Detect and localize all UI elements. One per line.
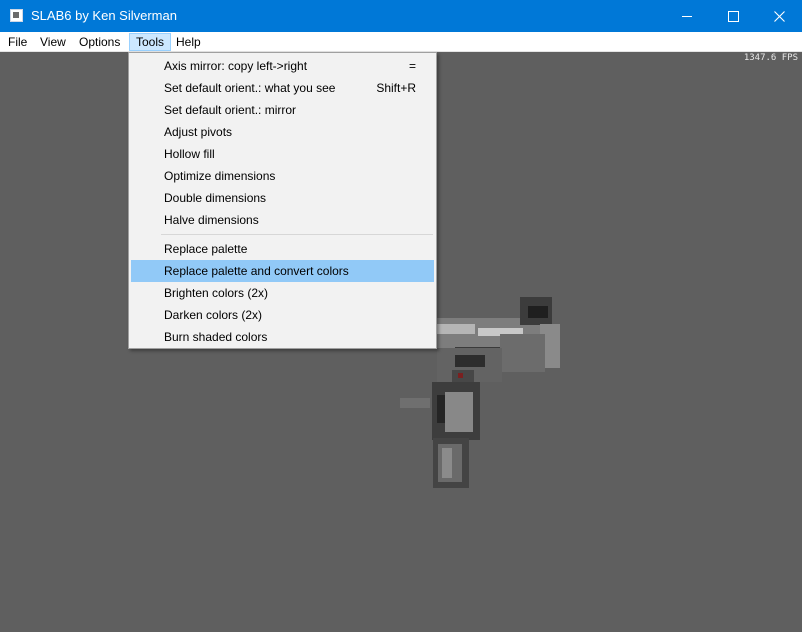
- title-bar: SLAB6 by Ken Silverman: [0, 0, 802, 32]
- menu-separator: [161, 234, 433, 235]
- menu-view[interactable]: View: [34, 33, 72, 51]
- menu-item-label: Brighten colors (2x): [164, 286, 269, 300]
- maximize-icon: [727, 10, 739, 22]
- menu-item-axis-mirror[interactable]: Axis mirror: copy left->right =: [131, 55, 434, 77]
- menu-item-replace-palette-and-convert-colors[interactable]: Replace palette and convert colors: [131, 260, 434, 282]
- menu-help[interactable]: Help: [170, 33, 207, 51]
- menu-item-label: Set default orient.: what you see: [164, 81, 336, 95]
- menu-item-hollow-fill[interactable]: Hollow fill: [131, 143, 434, 165]
- minimize-button[interactable]: [664, 0, 710, 32]
- menu-item-shortcut: =: [408, 59, 416, 73]
- menu-item-label: Burn shaded colors: [164, 330, 268, 344]
- tools-menu-dropdown: Axis mirror: copy left->right = Set defa…: [128, 52, 437, 349]
- menu-item-label: Axis mirror: copy left->right: [164, 59, 308, 73]
- window-title: SLAB6 by Ken Silverman: [31, 8, 177, 23]
- fps-counter: 1347.6 FPS: [743, 53, 798, 63]
- menu-options[interactable]: Options: [73, 33, 126, 51]
- menu-item-halve-dimensions[interactable]: Halve dimensions: [131, 209, 434, 231]
- menu-item-set-default-orient-mirror[interactable]: Set default orient.: mirror: [131, 99, 434, 121]
- menu-item-label: Replace palette and convert colors: [164, 264, 349, 278]
- menu-item-brighten-colors[interactable]: Brighten colors (2x): [131, 282, 434, 304]
- close-button[interactable]: [756, 0, 802, 32]
- menu-item-double-dimensions[interactable]: Double dimensions: [131, 187, 434, 209]
- menu-item-label: Halve dimensions: [164, 213, 259, 227]
- close-icon: [773, 10, 785, 22]
- menu-item-label: Replace palette: [164, 242, 248, 256]
- menu-item-shortcut: Shift+R: [376, 81, 416, 95]
- menu-item-label: Optimize dimensions: [164, 169, 276, 183]
- menu-item-adjust-pivots[interactable]: Adjust pivots: [131, 121, 434, 143]
- menu-item-optimize-dimensions[interactable]: Optimize dimensions: [131, 165, 434, 187]
- maximize-button[interactable]: [710, 0, 756, 32]
- menu-item-label: Hollow fill: [164, 147, 215, 161]
- menu-bar: File View Options Tools Help: [0, 32, 802, 52]
- app-icon[interactable]: [10, 9, 23, 22]
- menu-item-label: Double dimensions: [164, 191, 267, 205]
- menu-item-label: Darken colors (2x): [164, 308, 263, 322]
- menu-file[interactable]: File: [2, 33, 33, 51]
- menu-item-replace-palette[interactable]: Replace palette: [131, 238, 434, 260]
- menu-item-label: Adjust pivots: [164, 125, 233, 139]
- menu-tools[interactable]: Tools: [129, 33, 172, 51]
- minimize-icon: [682, 15, 692, 17]
- menu-item-darken-colors[interactable]: Darken colors (2x): [131, 304, 434, 326]
- menu-item-set-default-orient-what-you-see[interactable]: Set default orient.: what you see Shift+…: [131, 77, 434, 99]
- menu-item-burn-shaded-colors[interactable]: Burn shaded colors: [131, 326, 434, 348]
- menu-item-label: Set default orient.: mirror: [164, 103, 297, 117]
